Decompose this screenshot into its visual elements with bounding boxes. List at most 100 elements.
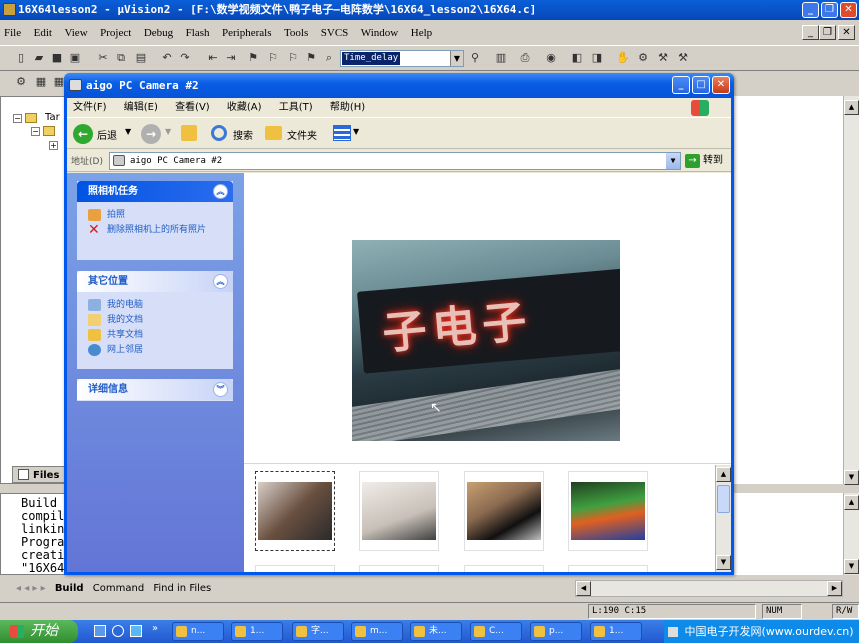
go-button[interactable]: → 转到 bbox=[685, 153, 723, 169]
mdi-minimize-button[interactable]: _ bbox=[802, 25, 819, 40]
chevron-down-icon[interactable]: ▼ bbox=[353, 127, 359, 136]
source-browser-icon[interactable]: ▥ bbox=[494, 51, 508, 65]
photo-thumbnail[interactable] bbox=[255, 565, 335, 572]
scroll-up-icon[interactable]: ▲ bbox=[716, 467, 731, 482]
tab-command[interactable]: Command bbox=[93, 583, 144, 594]
workspace-icon[interactable]: ◧ bbox=[570, 51, 584, 65]
menu-tools[interactable]: Tools bbox=[284, 27, 308, 39]
explorer-menu-view[interactable]: 查看(V) bbox=[175, 102, 210, 113]
explorer-menu-file[interactable]: 文件(F) bbox=[73, 102, 107, 113]
chevron-right-icon[interactable]: » bbox=[152, 623, 158, 634]
explorer-minimize-button[interactable]: _ bbox=[672, 76, 690, 94]
tree-expander[interactable]: + bbox=[49, 141, 58, 150]
binoculars-icon[interactable]: ⚲ bbox=[468, 51, 482, 65]
explorer-menu-favorites[interactable]: 收藏(A) bbox=[227, 102, 262, 113]
photo-thumbnail[interactable] bbox=[359, 471, 439, 551]
output-hscrollbar[interactable]: ◀ ▶ bbox=[575, 580, 843, 597]
taskbar-item[interactable]: 1... bbox=[590, 622, 642, 641]
config-icon[interactable]: ⚙ bbox=[636, 51, 650, 65]
bookmark-clear-icon[interactable]: ⚑ bbox=[304, 51, 318, 65]
taskbar-item[interactable]: p... bbox=[530, 622, 582, 641]
start-button[interactable]: 开始 bbox=[0, 620, 78, 643]
open-folder-icon[interactable]: ▰ bbox=[32, 51, 46, 65]
photo-thumbnail[interactable] bbox=[255, 471, 335, 551]
tool2-icon[interactable]: ⚒ bbox=[676, 51, 690, 65]
photo-thumbnail[interactable] bbox=[464, 471, 544, 551]
function-combo[interactable]: Time_delay ▼ bbox=[340, 50, 464, 67]
tool-icon[interactable]: ⚒ bbox=[656, 51, 670, 65]
bookmark-icon[interactable]: ⚑ bbox=[246, 51, 260, 65]
tray-icon[interactable] bbox=[668, 627, 678, 637]
menu-debug[interactable]: Debug bbox=[144, 27, 173, 39]
scroll-thumb[interactable] bbox=[717, 485, 730, 513]
taskbar-item[interactable]: 未... bbox=[410, 622, 462, 641]
take-photo-link[interactable]: 拍照 bbox=[77, 208, 233, 223]
folder-up-icon[interactable] bbox=[181, 125, 197, 141]
taskbar-item[interactable]: C... bbox=[470, 622, 522, 641]
address-input[interactable]: aigo PC Camera #2 ▼ bbox=[109, 152, 681, 170]
find-in-files-icon[interactable]: ⌕ bbox=[322, 51, 336, 65]
scroll-right-icon[interactable]: ▶ bbox=[827, 581, 842, 596]
explorer-title-bar[interactable]: aigo PC Camera #2 bbox=[64, 73, 734, 98]
editor-area[interactable]: ▲ ▼ bbox=[734, 96, 859, 485]
debug-icon[interactable]: ◉ bbox=[544, 51, 558, 65]
taskbar-item[interactable]: 字... bbox=[292, 622, 344, 641]
photo-thumbnail[interactable] bbox=[568, 471, 648, 551]
back-button-label[interactable]: 后退 bbox=[97, 127, 117, 142]
chevron-down-icon[interactable]: ▼ bbox=[666, 153, 680, 169]
hand-icon[interactable]: ✋ bbox=[616, 51, 630, 65]
files-tab[interactable]: Files bbox=[12, 466, 66, 483]
unindent-icon[interactable]: ⇥ bbox=[224, 51, 238, 65]
forward-arrow-icon[interactable]: → bbox=[141, 124, 161, 144]
menu-edit[interactable]: Edit bbox=[34, 27, 52, 39]
taskbar-item[interactable]: m... bbox=[351, 622, 403, 641]
photo-thumbnail[interactable] bbox=[359, 565, 439, 572]
menu-file[interactable]: File bbox=[4, 27, 21, 39]
collapse-icon[interactable]: ︽ bbox=[213, 184, 228, 199]
chevron-down-icon[interactable]: ▼ bbox=[450, 51, 463, 66]
editor-vscrollbar[interactable]: ▲ ▼ bbox=[843, 96, 859, 485]
chevron-down-icon[interactable]: ▼ bbox=[125, 127, 131, 136]
quicklaunch-icon[interactable] bbox=[130, 625, 142, 637]
tree-target-label[interactable]: Tar bbox=[45, 112, 60, 123]
menu-view[interactable]: View bbox=[64, 27, 87, 39]
mdi-restore-button[interactable]: ❐ bbox=[819, 25, 836, 40]
thumbnail-vscrollbar[interactable]: ▲ ▼ bbox=[715, 465, 731, 572]
build-icon[interactable]: ▦ bbox=[34, 75, 48, 89]
scroll-up-icon[interactable]: ▲ bbox=[844, 495, 859, 510]
output-window-icon[interactable]: ◨ bbox=[590, 51, 604, 65]
scroll-up-icon[interactable]: ▲ bbox=[844, 100, 859, 115]
views-icon[interactable] bbox=[333, 125, 351, 141]
ie-icon[interactable] bbox=[112, 625, 124, 637]
menu-help[interactable]: Help bbox=[411, 27, 432, 39]
undo-icon[interactable]: ↶ bbox=[160, 51, 174, 65]
taskbar-item[interactable]: n... bbox=[172, 622, 224, 641]
redo-icon[interactable]: ↷ bbox=[178, 51, 192, 65]
cut-icon[interactable]: ✂ bbox=[96, 51, 110, 65]
tree-expander[interactable]: − bbox=[13, 114, 22, 123]
save-icon[interactable]: ■ bbox=[50, 51, 64, 65]
expand-icon[interactable]: ︾ bbox=[213, 382, 228, 397]
explorer-close-button[interactable]: ✕ bbox=[712, 76, 730, 94]
copy-icon[interactable]: ⧉ bbox=[114, 51, 128, 65]
details-header[interactable]: 详细信息 ︾ bbox=[77, 379, 233, 400]
menu-project[interactable]: Project bbox=[100, 27, 131, 39]
network-places-link[interactable]: 网上邻居 bbox=[77, 343, 233, 358]
my-documents-link[interactable]: 我的文档 bbox=[77, 313, 233, 328]
save-all-icon[interactable]: ▣ bbox=[68, 51, 82, 65]
tab-build[interactable]: Build bbox=[55, 583, 84, 594]
folders-icon[interactable] bbox=[265, 126, 282, 140]
tree-expander[interactable]: − bbox=[31, 127, 40, 136]
folders-button-label[interactable]: 文件夹 bbox=[287, 127, 317, 142]
photo-thumbnail[interactable] bbox=[568, 565, 648, 572]
tab-find-in-files[interactable]: Find in Files bbox=[153, 583, 211, 594]
search-button-label[interactable]: 搜索 bbox=[233, 127, 253, 142]
chevron-down-icon[interactable]: ▼ bbox=[165, 127, 171, 136]
back-arrow-icon[interactable]: ← bbox=[73, 124, 93, 144]
print-icon[interactable]: ⎙ bbox=[518, 51, 532, 65]
search-icon[interactable] bbox=[211, 125, 227, 141]
new-file-icon[interactable]: ▯ bbox=[14, 51, 28, 65]
scroll-down-icon[interactable]: ▼ bbox=[844, 559, 859, 574]
scroll-down-icon[interactable]: ▼ bbox=[716, 555, 731, 570]
keil-restore-button[interactable]: ❐ bbox=[821, 2, 838, 18]
